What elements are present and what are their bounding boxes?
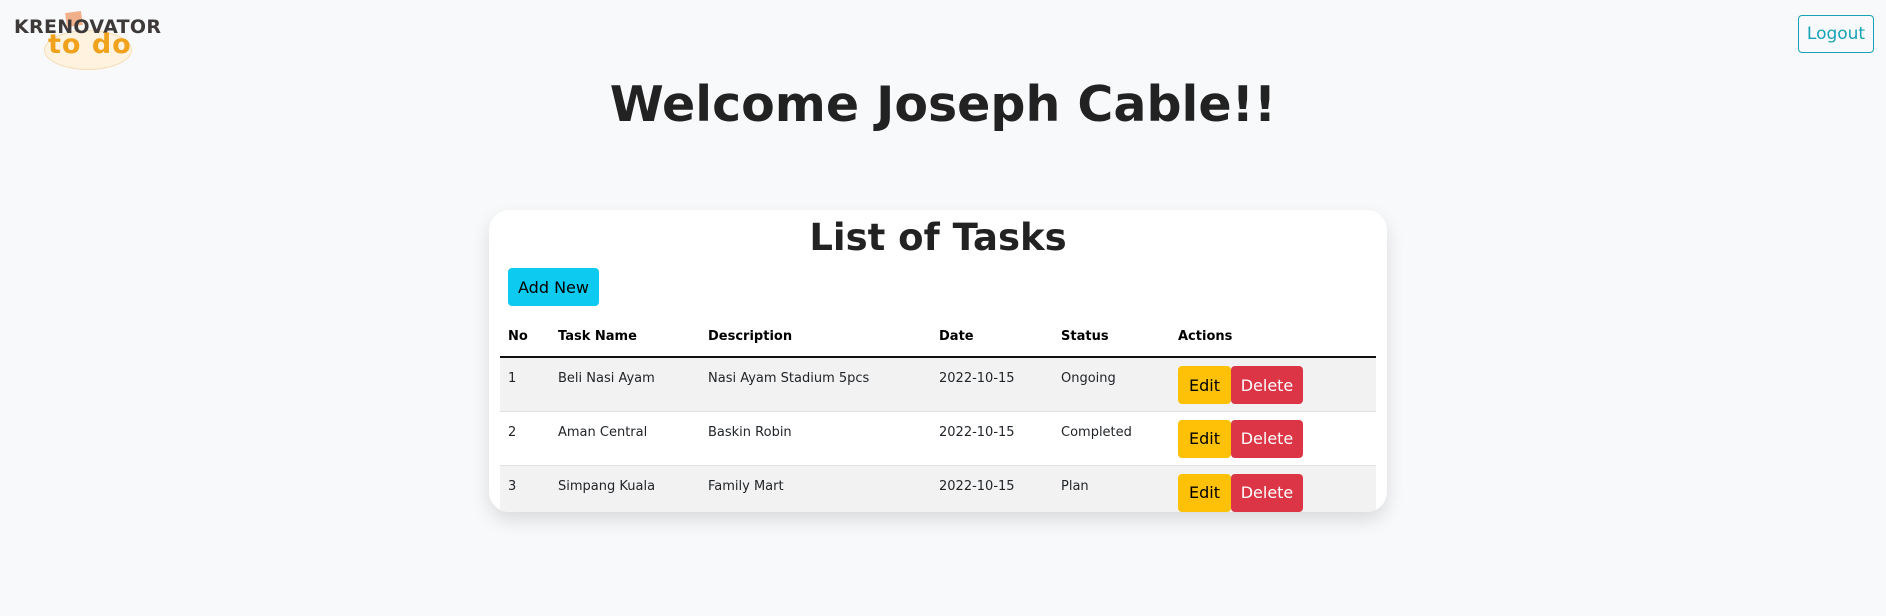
task-no: 3 [500,465,550,512]
task-name: Aman Central [550,411,700,466]
table-row: 3 Simpang Kuala Family Mart 2022-10-15 P… [500,465,1376,512]
task-name: Beli Nasi Ayam [550,357,700,412]
tasks-table-body: 1 Beli Nasi Ayam Nasi Ayam Stadium 5pcs … [500,357,1376,512]
column-header-status: Status [1053,316,1170,358]
task-no: 2 [500,411,550,466]
task-no: 1 [500,357,550,412]
task-name: Simpang Kuala [550,465,700,512]
tasks-header-row: No Task Name Description Date Status Act… [500,316,1376,358]
task-date: 2022-10-15 [931,411,1053,466]
column-header-no: No [500,316,550,358]
task-status: Plan [1053,465,1170,512]
task-list-card: List of Tasks Add New No Task Name Descr… [489,210,1387,512]
add-new-button[interactable]: Add New [508,268,599,306]
logo-sub-text: to do [48,29,132,60]
welcome-heading: Welcome Joseph Cable!! [609,76,1277,133]
task-description: Nasi Ayam Stadium 5pcs [700,357,931,412]
tasks-table: No Task Name Description Date Status Act… [500,316,1376,512]
column-header-description: Description [700,316,931,358]
task-date: 2022-10-15 [931,465,1053,512]
app-logo: KRENOVATOR to do [14,10,161,70]
task-actions: Edit Delete [1170,465,1376,512]
column-header-actions: Actions [1170,316,1376,358]
task-date: 2022-10-15 [931,357,1053,412]
task-description: Baskin Robin [700,411,931,466]
task-actions: Edit Delete [1170,411,1376,466]
delete-button[interactable]: Delete [1231,419,1303,458]
task-status: Completed [1053,411,1170,466]
task-status: Ongoing [1053,357,1170,412]
task-list-title: List of Tasks [809,216,1067,259]
edit-button[interactable]: Edit [1178,473,1231,512]
task-actions: Edit Delete [1170,357,1376,412]
table-row: 1 Beli Nasi Ayam Nasi Ayam Stadium 5pcs … [500,357,1376,412]
delete-button[interactable]: Delete [1231,473,1303,512]
delete-button[interactable]: Delete [1231,366,1303,404]
tasks-table-header: No Task Name Description Date Status Act… [500,316,1376,358]
table-row: 2 Aman Central Baskin Robin 2022-10-15 C… [500,411,1376,466]
column-header-date: Date [931,316,1053,358]
logout-button[interactable]: Logout [1798,15,1874,53]
edit-button[interactable]: Edit [1178,366,1231,404]
column-header-task-name: Task Name [550,316,700,358]
task-description: Family Mart [700,465,931,512]
edit-button[interactable]: Edit [1178,419,1231,458]
